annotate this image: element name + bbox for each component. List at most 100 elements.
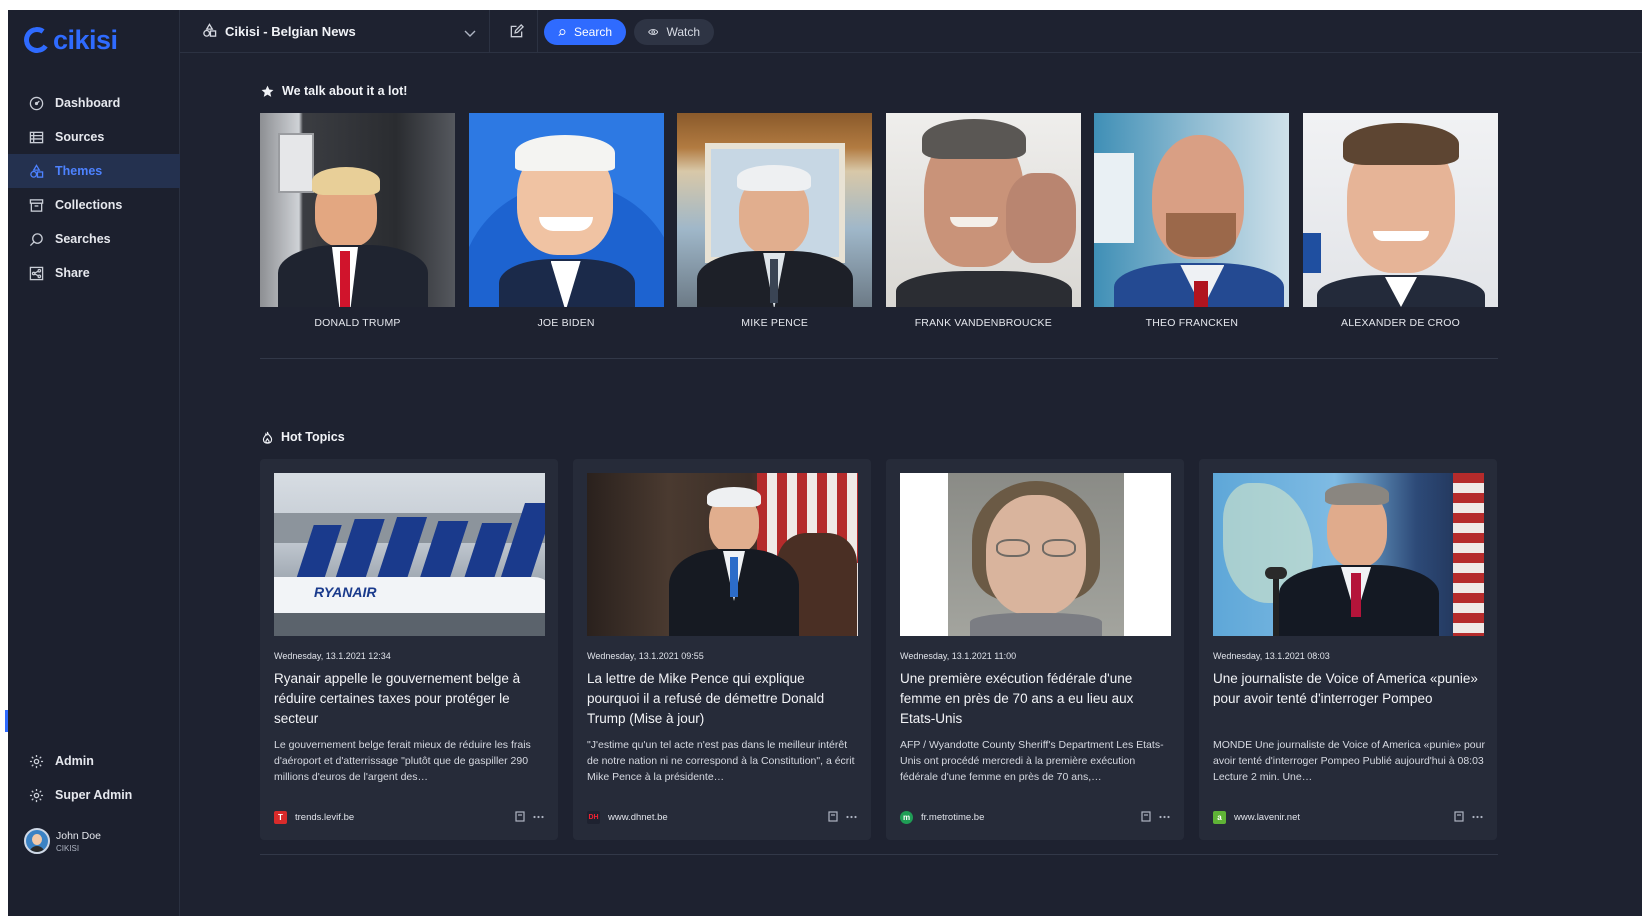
card-actions: [1141, 811, 1170, 822]
article-headline[interactable]: Une première exécution fédérale d'une fe…: [900, 669, 1172, 729]
source-domain: trends.levif.be: [295, 812, 355, 823]
sidebar-item-label: Collections: [55, 198, 123, 212]
article-card[interactable]: Wednesday, 13.1.2021 09:55 La lettre de …: [573, 459, 871, 840]
topbar-divider: [537, 10, 538, 53]
watch-button[interactable]: Watch: [634, 19, 714, 45]
sidebar-item-collections[interactable]: Collections: [8, 188, 180, 222]
source-favicon-icon: T: [274, 811, 287, 824]
card-actions: [1454, 811, 1483, 822]
article-headline[interactable]: La lettre de Mike Pence qui explique pou…: [587, 669, 859, 729]
search-icon: [28, 231, 44, 247]
section-divider: [260, 358, 1498, 359]
people-section-title: We talk about it a lot!: [261, 84, 407, 98]
article-snippet: "J'estime qu'un tel acte n'est pas dans …: [587, 739, 855, 783]
cikisi-logo[interactable]: cikisi: [21, 24, 118, 56]
themes-icon: [28, 163, 44, 179]
topbar: Cikisi - Belgian News Search Watch: [180, 10, 1642, 53]
person-name: MIKE PENCE: [741, 317, 809, 329]
sidebar-item-super-admin[interactable]: Super Admin: [8, 778, 180, 812]
gear-icon: [28, 753, 44, 769]
article-card[interactable]: Wednesday, 13.1.2021 08:03 Une journalis…: [1199, 459, 1497, 840]
sidebar-item-sources[interactable]: Sources: [8, 120, 180, 154]
gear-icon: [28, 787, 44, 803]
article-date: Wednesday, 13.1.2021 11:00: [900, 651, 1017, 661]
more-options-icon[interactable]: [1472, 815, 1483, 819]
source-domain: fr.metrotime.be: [921, 812, 985, 823]
person-card[interactable]: THEO FRANCKEN: [1094, 113, 1290, 329]
article-source[interactable]: m fr.metrotime.be: [900, 811, 984, 824]
article-date: Wednesday, 13.1.2021 09:55: [587, 651, 704, 661]
source-favicon-icon: a: [1213, 811, 1226, 824]
article-source[interactable]: T trends.levif.be: [274, 811, 354, 824]
people-carousel: DONALD TRUMP JOE BIDEN MIKE PENCE FRANK …: [260, 113, 1498, 335]
article-snippet: AFP / Wyandotte County Sheriff's Departm…: [900, 739, 1164, 783]
watch-button-label: Watch: [666, 25, 700, 39]
person-name: JOE BIDEN: [537, 317, 595, 329]
project-title: Cikisi - Belgian News: [225, 24, 356, 39]
chevron-down-icon[interactable]: [464, 26, 476, 44]
more-options-icon[interactable]: [533, 815, 544, 819]
article-snippet: Le gouvernement belge ferait mieux de ré…: [274, 739, 531, 783]
person-card[interactable]: DONALD TRUMP: [260, 113, 455, 329]
sidebar-item-label: Themes: [55, 164, 103, 178]
person-card[interactable]: ALEXANDER DE CROO: [1303, 113, 1498, 329]
hot-topics-title: Hot Topics: [262, 430, 345, 444]
person-photo: [1094, 113, 1290, 307]
share-icon: [28, 265, 44, 281]
card-actions: [515, 811, 544, 822]
user-profile[interactable]: John Doe CIKISI: [24, 828, 101, 854]
person-photo: [1303, 113, 1498, 307]
person-photo: [885, 113, 1081, 307]
article-headline[interactable]: Une journaliste de Voice of America «pun…: [1213, 669, 1485, 709]
person-card[interactable]: JOE BIDEN: [468, 113, 664, 329]
sources-icon: [28, 129, 44, 145]
sidebar-item-searches[interactable]: Searches: [8, 222, 180, 256]
card-actions: [828, 811, 857, 822]
sidebar-nav: Dashboard Sources Themes Collections Sea…: [8, 86, 180, 290]
person-card[interactable]: MIKE PENCE: [677, 113, 873, 329]
sidebar-item-share[interactable]: Share: [8, 256, 180, 290]
bookmark-icon[interactable]: [1141, 811, 1151, 822]
more-options-icon[interactable]: [846, 815, 857, 819]
themes-icon: [202, 22, 217, 41]
sidebar-item-themes[interactable]: Themes: [8, 154, 180, 188]
article-thumbnail: RYANAIR: [274, 473, 545, 636]
bookmark-icon[interactable]: [828, 811, 838, 822]
article-date: Wednesday, 13.1.2021 08:03: [1213, 651, 1330, 661]
collections-icon: [28, 197, 44, 213]
source-domain: www.lavenir.net: [1234, 812, 1301, 823]
sidebar-item-dashboard[interactable]: Dashboard: [8, 86, 180, 120]
article-source[interactable]: DH www.dhnet.be: [587, 811, 668, 824]
search-button[interactable]: Search: [544, 19, 626, 45]
people-section-label: We talk about it a lot!: [282, 84, 408, 98]
edit-icon[interactable]: [509, 24, 524, 44]
avatar: [24, 828, 50, 854]
search-icon: [558, 28, 566, 36]
sidebar-item-label: Dashboard: [55, 96, 121, 110]
sidebar-item-label: Searches: [55, 232, 111, 246]
article-source[interactable]: a www.lavenir.net: [1213, 811, 1300, 824]
sidebar-admin-nav: Admin Super Admin: [8, 744, 180, 812]
sidebar-item-label: Super Admin: [55, 788, 133, 802]
logo-mark-icon: [21, 24, 53, 56]
bookmark-icon[interactable]: [1454, 811, 1464, 822]
article-headline[interactable]: Ryanair appelle le gouvernement belge à …: [274, 669, 546, 729]
more-options-icon[interactable]: [1159, 815, 1170, 819]
bookmark-icon[interactable]: [515, 811, 525, 822]
article-card[interactable]: Wednesday, 13.1.2021 11:00 Une première …: [886, 459, 1184, 840]
sidebar-item-admin[interactable]: Admin: [8, 744, 180, 778]
person-name: ALEXANDER DE CROO: [1341, 317, 1460, 329]
logo-text: cikisi: [53, 24, 118, 55]
article-thumbnail: [900, 473, 1171, 636]
star-icon: [261, 85, 274, 97]
user-name: John Doe: [56, 829, 101, 842]
project-selector[interactable]: Cikisi - Belgian News: [202, 10, 356, 53]
hot-topics-list: RYANAIR Wednesday, 13.1.2021 12:34 Ryana…: [260, 459, 1498, 840]
app-window: cikisi Dashboard Sources Themes Collecti…: [5, 10, 1642, 916]
search-button-label: Search: [573, 25, 612, 39]
source-favicon-icon: DH: [587, 811, 600, 824]
person-card[interactable]: FRANK VANDENBROUCKE: [885, 113, 1081, 329]
sidebar-collapse-handle[interactable]: [5, 710, 8, 732]
article-card[interactable]: RYANAIR Wednesday, 13.1.2021 12:34 Ryana…: [260, 459, 558, 840]
person-photo: [468, 113, 664, 307]
